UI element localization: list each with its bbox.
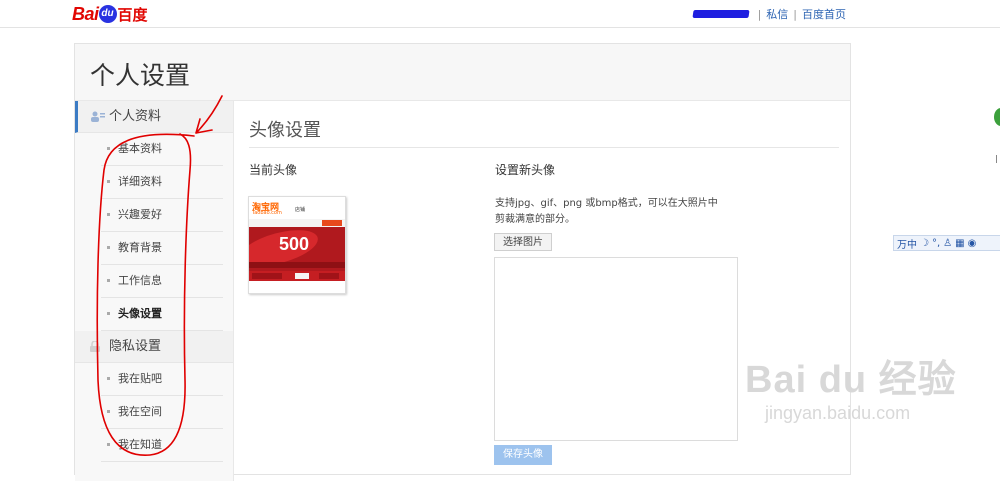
sidebar-item-label: 兴趣爱好 <box>118 208 162 221</box>
bullet-icon <box>107 410 110 413</box>
bullet-icon <box>107 279 110 282</box>
sidebar-item-education[interactable]: 教育背景 <box>101 232 223 265</box>
sidebar-item-zhidao[interactable]: 我在知道 <box>101 429 223 462</box>
sidebar-item-space[interactable]: 我在空间 <box>101 396 223 429</box>
scroll-mark <box>996 155 1000 163</box>
separator: | <box>793 7 797 21</box>
redacted-username[interactable] <box>692 10 750 18</box>
sidebar-item-label: 我在知道 <box>118 438 162 451</box>
browser-side-tab-icon[interactable] <box>994 108 1000 126</box>
current-avatar-image: 淘宝网 Taobao.com 店铺 500 <box>248 196 346 294</box>
current-avatar-label: 当前头像 <box>249 163 298 177</box>
top-bar: Bai du 百度 | 私信 | 百度首页 <box>0 0 1000 28</box>
sidebar-group-label: 隐私设置 <box>109 339 162 354</box>
baidu-home-link[interactable]: 百度首页 <box>802 6 846 22</box>
bullet-icon <box>107 213 110 216</box>
sidebar-item-avatar[interactable]: 头像设置 <box>101 298 223 331</box>
avatar-banner-top: 淘宝网 Taobao.com 店铺 <box>249 197 345 219</box>
sidebar-item-basic-info[interactable]: 基本资料 <box>101 133 223 166</box>
bullet-icon <box>107 377 110 380</box>
logo-bai-text: Bai <box>72 3 99 24</box>
avatar-big-number: 500 <box>279 234 310 254</box>
avatar-bottom-bar <box>249 271 345 281</box>
new-avatar-label: 设置新头像 <box>495 163 556 177</box>
sidebar-group-privacy[interactable]: 隐私设置 <box>75 331 233 363</box>
avatar-strip <box>249 219 345 227</box>
sidebar-item-label: 头像设置 <box>118 307 162 320</box>
save-avatar-button[interactable]: 保存头像 <box>494 445 552 465</box>
sidebar-item-label: 我在贴吧 <box>118 372 162 385</box>
avatar-bottom-tab <box>252 273 282 279</box>
avatar-red-banner: 500 <box>249 227 345 271</box>
sidebar-item-label: 教育背景 <box>118 241 162 254</box>
avatar-ticker-line <box>249 262 345 268</box>
bullet-icon <box>107 443 110 446</box>
avatar-bottom-tab <box>319 273 339 279</box>
sidebar-group-label: 个人资料 <box>109 109 162 124</box>
sidebar-group-profile[interactable]: 个人资料 <box>75 101 233 133</box>
sidebar: 个人资料 基本资料 详细资料 兴趣爱好 教育背景 工作信息 头像设置 隐私设置 … <box>75 101 234 481</box>
panel-header: 个人设置 <box>75 44 850 101</box>
private-message-link[interactable]: 私信 <box>766 6 788 22</box>
user-icon: ♙ <box>943 237 953 249</box>
user-card-icon <box>91 111 105 122</box>
ime-text: 万中 <box>897 239 917 251</box>
sidebar-item-label: 详细资料 <box>118 175 162 188</box>
settings-panel: 个人设置 个人资料 基本资料 详细资料 兴趣爱好 教育背景 工作信息 头像设置 … <box>74 43 851 481</box>
lock-icon <box>90 341 100 352</box>
user-links: | 私信 | 百度首页 <box>692 6 846 22</box>
moon-icon: ☽ <box>920 237 929 249</box>
sidebar-item-work[interactable]: 工作信息 <box>101 265 223 298</box>
choose-image-button[interactable]: 选择图片 <box>494 233 552 251</box>
dot-icon: °, <box>931 237 941 249</box>
sidebar-item-label: 工作信息 <box>118 274 162 287</box>
sidebar-item-label: 我在空间 <box>118 405 162 418</box>
crop-preview-area[interactable] <box>494 257 738 441</box>
bullet-icon <box>107 180 110 183</box>
bullet-icon <box>107 312 110 315</box>
separator: | <box>757 7 762 21</box>
keyboard-icon: ▦ <box>955 237 965 249</box>
bullet-icon <box>107 246 110 249</box>
ime-toolbar[interactable]: 万中 ☽ °, ♙ ▦ ◉ <box>893 235 1000 251</box>
baidu-logo[interactable]: Bai du 百度 <box>72 3 148 25</box>
avatar-bottom-tab <box>295 273 309 279</box>
shop-label: 店铺 <box>295 207 306 213</box>
avatar-strip-button <box>322 220 342 226</box>
format-help-text: 支持jpg、gif、png 或bmp格式，可以在大照片中剪裁满意的部分。 <box>495 198 718 225</box>
section-title: 头像设置 <box>249 120 321 141</box>
sidebar-item-detail-info[interactable]: 详细资料 <box>101 166 223 199</box>
logo-cn-text: 百度 <box>117 5 148 24</box>
sidebar-item-label: 基本资料 <box>118 142 162 155</box>
settings-icon: ◉ <box>967 237 977 249</box>
logo-paw-icon: du <box>98 5 117 23</box>
divider <box>249 147 839 148</box>
sidebar-item-interests[interactable]: 兴趣爱好 <box>101 199 223 232</box>
sidebar-item-tieba[interactable]: 我在贴吧 <box>101 363 223 396</box>
page-title: 个人设置 <box>90 61 191 90</box>
taobao-logo-sub: Taobao.com <box>252 210 282 216</box>
bullet-icon <box>107 147 110 150</box>
